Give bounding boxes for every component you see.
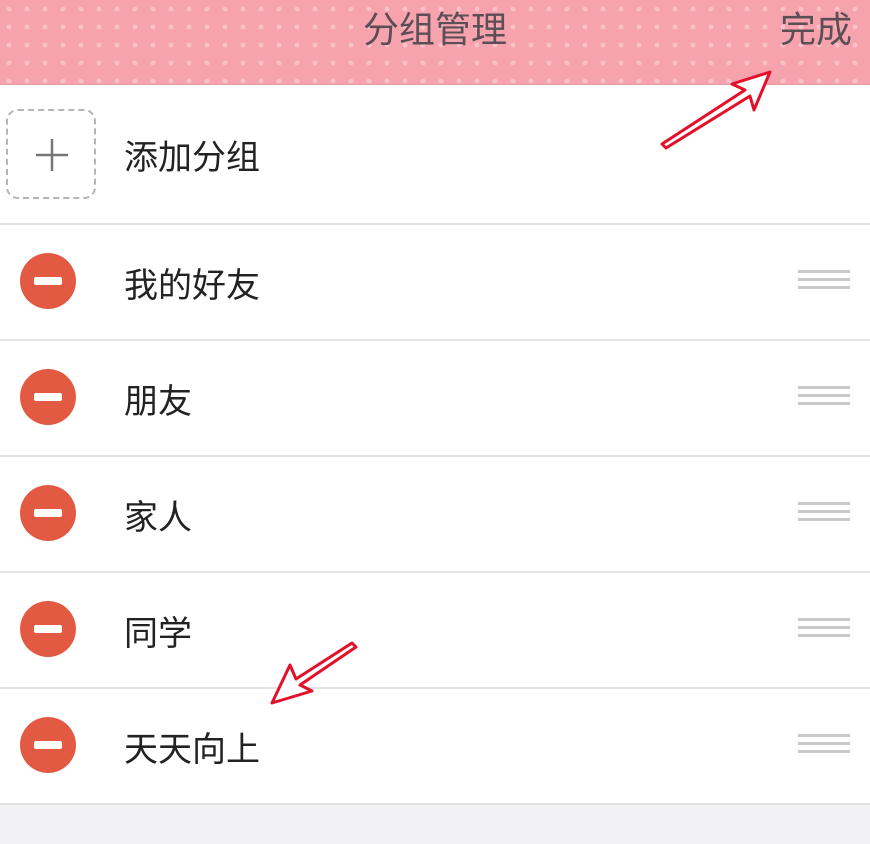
page-title: 分组管理	[362, 10, 507, 51]
header-bar: 分组管理 完成	[0, 0, 870, 85]
group-row-my-friends: 我的好友	[0, 225, 870, 341]
drag-handle-icon[interactable]	[798, 386, 850, 408]
group-label: 同学	[124, 613, 192, 654]
add-group-button[interactable]	[6, 109, 96, 199]
group-label: 我的好友	[124, 265, 260, 306]
add-group-label: 添加分组	[124, 137, 260, 178]
group-list: 添加分组 我的好友 朋友 家人 同学 天天向上	[0, 85, 870, 805]
plus-icon	[36, 139, 68, 171]
delete-minus-icon[interactable]	[20, 369, 76, 425]
drag-handle-icon[interactable]	[798, 734, 850, 756]
group-row-friends: 朋友	[0, 341, 870, 457]
delete-minus-icon[interactable]	[20, 485, 76, 541]
add-group-row[interactable]: 添加分组	[0, 85, 870, 225]
group-label: 朋友	[124, 381, 192, 422]
delete-minus-icon[interactable]	[20, 601, 76, 657]
done-button[interactable]: 完成	[780, 0, 852, 62]
drag-handle-icon[interactable]	[798, 502, 850, 524]
group-row-tiantian: 天天向上	[0, 689, 870, 805]
group-row-family: 家人	[0, 457, 870, 573]
delete-minus-icon[interactable]	[20, 717, 76, 773]
group-label: 天天向上	[124, 729, 260, 770]
drag-handle-icon[interactable]	[798, 618, 850, 640]
drag-handle-icon[interactable]	[798, 270, 850, 292]
group-row-classmates: 同学	[0, 573, 870, 689]
delete-minus-icon[interactable]	[20, 253, 76, 309]
group-label: 家人	[124, 497, 192, 538]
